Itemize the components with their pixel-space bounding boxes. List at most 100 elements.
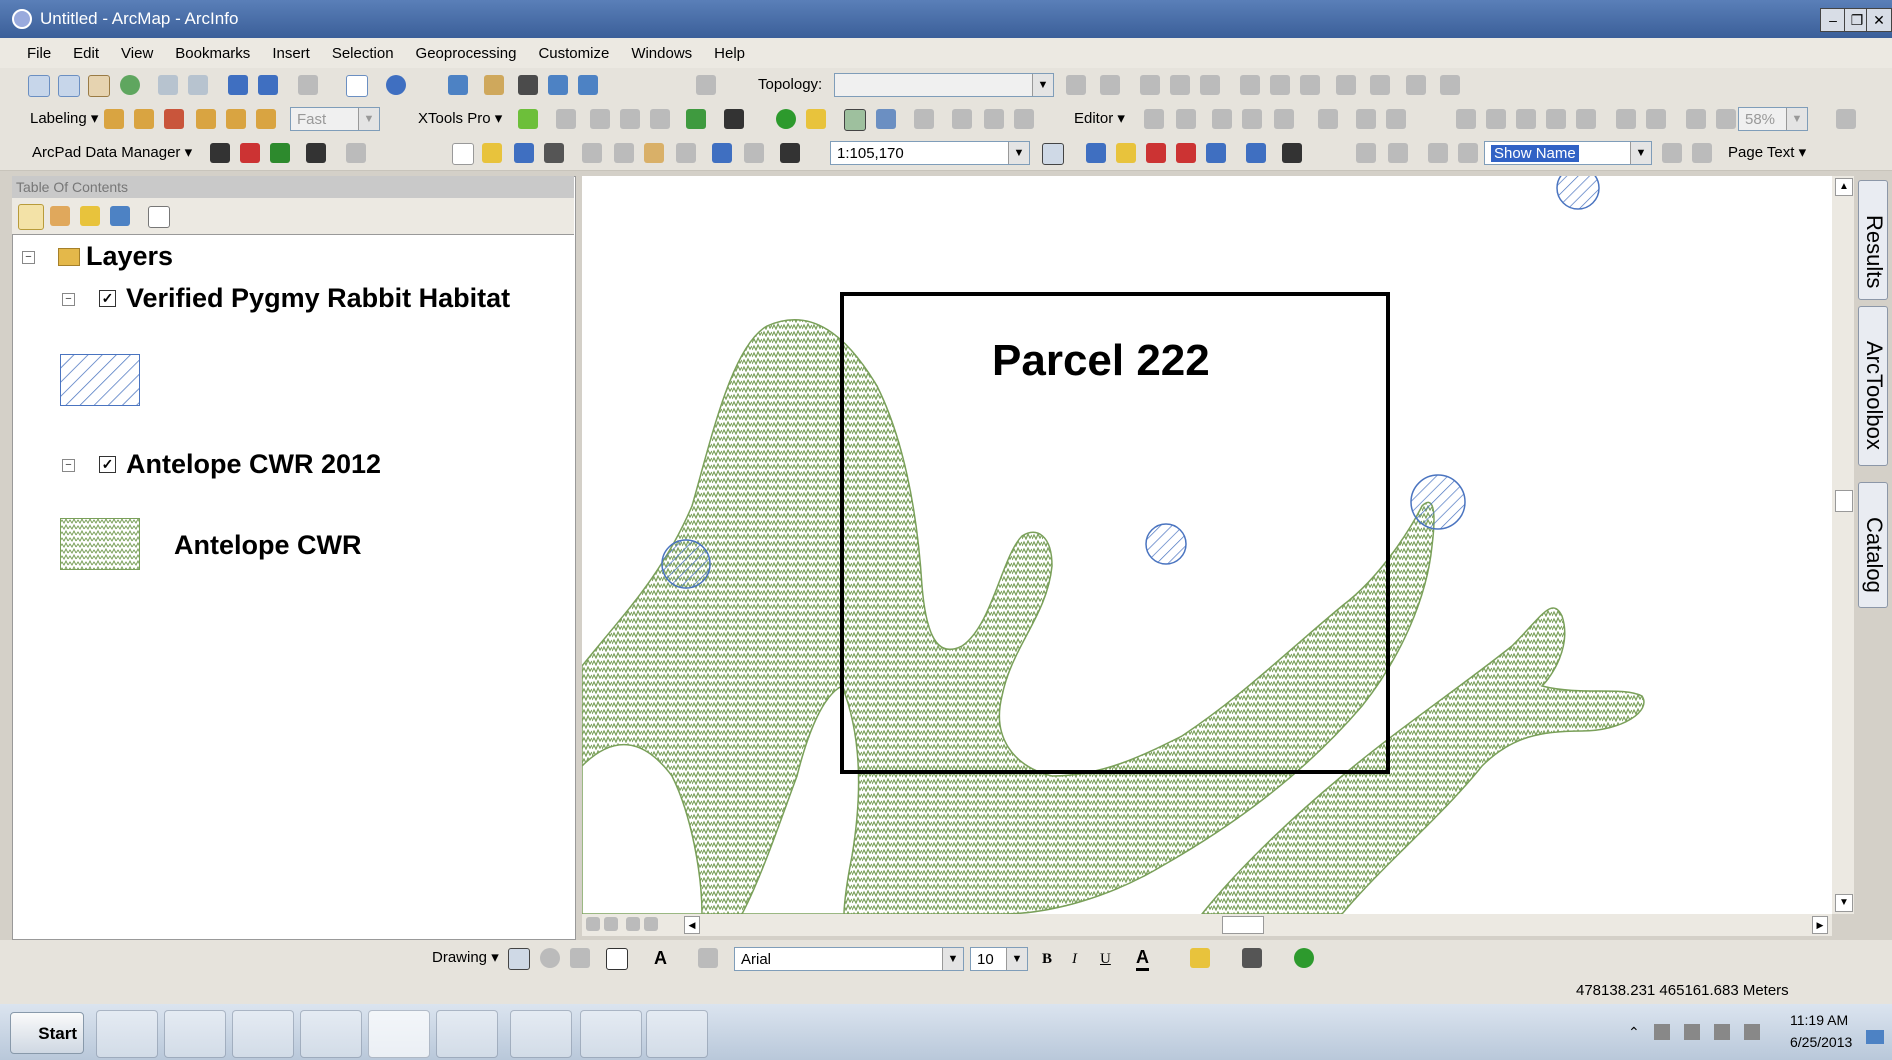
table-icon[interactable] xyxy=(556,109,576,129)
catalog-window-icon[interactable] xyxy=(1116,143,1136,163)
internet-explorer-taskbar-icon[interactable] xyxy=(232,1010,294,1058)
results-tab[interactable]: Results xyxy=(1858,180,1888,300)
hyperlink-icon[interactable] xyxy=(806,109,826,129)
chrome-taskbar-icon[interactable] xyxy=(300,1010,362,1058)
map-topology-icon[interactable] xyxy=(1100,75,1120,95)
horizontal-scroll-thumb[interactable] xyxy=(1222,916,1264,934)
refresh-view-icon[interactable] xyxy=(626,917,640,931)
layer2-collapse-toggle[interactable]: − xyxy=(62,459,75,472)
arcmap-taskbar-icon[interactable] xyxy=(368,1010,430,1058)
find-route-icon[interactable] xyxy=(548,75,568,95)
layer1-checkbox[interactable]: ✓ xyxy=(99,290,116,307)
rectangle-tool-icon[interactable] xyxy=(606,948,628,970)
shape-icon[interactable] xyxy=(650,109,670,129)
toc-options-icon[interactable] xyxy=(148,206,170,228)
scroll-up-arrow[interactable]: ▲ xyxy=(1835,178,1853,196)
pause-drawing-icon[interactable] xyxy=(644,917,658,931)
rotate-icon[interactable] xyxy=(540,948,560,968)
line-color-icon[interactable] xyxy=(1242,948,1262,968)
zoom-out-icon[interactable] xyxy=(58,75,80,97)
network-icon[interactable] xyxy=(1714,1024,1730,1040)
scroll-down-arrow[interactable]: ▼ xyxy=(1835,894,1853,912)
layout-icon[interactable] xyxy=(952,109,972,129)
show-desktop-icon[interactable] xyxy=(1866,1030,1884,1044)
layers-collapse-toggle[interactable]: − xyxy=(22,251,35,264)
layer2-name[interactable]: Antelope CWR 2012 xyxy=(126,449,381,480)
pause-labeling-icon[interactable] xyxy=(196,109,216,129)
menu-windows[interactable]: Windows xyxy=(620,45,703,62)
delete-icon[interactable] xyxy=(676,143,696,163)
error-inspector-icon[interactable] xyxy=(1406,75,1426,95)
pan-icon[interactable] xyxy=(88,75,110,97)
layer1-collapse-toggle[interactable]: − xyxy=(62,293,75,306)
topology-tool-icon[interactable] xyxy=(1066,75,1086,95)
control-panel-taskbar-icon[interactable] xyxy=(580,1010,642,1058)
list-by-selection-icon[interactable] xyxy=(110,206,130,226)
menu-geoprocessing[interactable]: Geoprocessing xyxy=(405,45,528,62)
straight-segment-icon[interactable] xyxy=(1212,109,1232,129)
menu-insert[interactable]: Insert xyxy=(261,45,321,62)
show-hidden-icons-icon[interactable]: ⌃ xyxy=(1628,1024,1640,1041)
select-features-icon[interactable] xyxy=(298,75,318,95)
layout-zoom-out-icon[interactable] xyxy=(1486,109,1506,129)
scroll-right-arrow[interactable]: ▶ xyxy=(1812,916,1828,934)
undo-icon[interactable] xyxy=(712,143,732,163)
arctoolbox-window-icon[interactable] xyxy=(1176,143,1196,163)
paste-icon[interactable] xyxy=(644,143,664,163)
font-size-select[interactable]: 10 ▼ xyxy=(970,947,1028,971)
reshape-edge-icon[interactable] xyxy=(1170,75,1190,95)
toggle-draft-mode-icon[interactable] xyxy=(1836,109,1856,129)
explorer-taskbar-icon[interactable] xyxy=(96,1010,158,1058)
edit-vertices-icon[interactable] xyxy=(1356,109,1376,129)
power-icon[interactable] xyxy=(1684,1024,1700,1040)
action-center-icon[interactable] xyxy=(1654,1024,1670,1040)
check-in-icon[interactable] xyxy=(240,143,260,163)
drawing-menu[interactable]: Drawing ▾ xyxy=(432,947,499,969)
menu-help[interactable]: Help xyxy=(703,45,756,62)
font-select[interactable]: Arial ▼ xyxy=(734,947,964,971)
point-icon[interactable] xyxy=(1318,109,1338,129)
clock-time[interactable]: 11:19 AM xyxy=(1790,1012,1848,1028)
page-text-menu[interactable]: Page Text ▾ xyxy=(1728,142,1806,164)
menu-selection[interactable]: Selection xyxy=(321,45,405,62)
volume-icon[interactable] xyxy=(1744,1024,1760,1040)
scroll-left-arrow[interactable]: ◀ xyxy=(684,916,700,934)
validate-topology-icon[interactable] xyxy=(1336,75,1356,95)
zoom-percent-select[interactable]: 58% ▼ xyxy=(1738,107,1808,131)
add-data-icon[interactable] xyxy=(518,109,538,129)
plus-icon[interactable] xyxy=(686,109,706,129)
check-out-icon[interactable] xyxy=(270,143,290,163)
get-data-icon[interactable] xyxy=(210,143,230,163)
snapshot-icon[interactable] xyxy=(984,109,1004,129)
select-elements-arrow-icon[interactable] xyxy=(508,948,530,970)
media-player-taskbar-icon[interactable] xyxy=(164,1010,226,1058)
underline-button[interactable]: U xyxy=(1100,948,1111,970)
measure-icon[interactable] xyxy=(484,75,504,95)
remote-desktop-taskbar-icon[interactable] xyxy=(646,1010,708,1058)
label-weight-icon[interactable] xyxy=(134,109,154,129)
label-manager-icon[interactable] xyxy=(104,109,124,129)
select-elements-icon[interactable] xyxy=(346,75,368,97)
refresh-icon[interactable] xyxy=(1014,109,1034,129)
redo-icon[interactable] xyxy=(744,143,764,163)
next-page-icon[interactable] xyxy=(1662,143,1682,163)
full-extent-icon[interactable] xyxy=(120,75,140,95)
label-priority-icon[interactable] xyxy=(256,109,276,129)
fix-topology-error-icon[interactable] xyxy=(1370,75,1390,95)
excel-taskbar-icon[interactable] xyxy=(436,1010,498,1058)
construct-features-icon[interactable] xyxy=(1300,75,1320,95)
viewer-window-icon[interactable] xyxy=(696,75,716,95)
arcpad-menu[interactable]: ArcPad Data Manager ▾ xyxy=(32,142,192,164)
grid-icon[interactable] xyxy=(914,109,934,129)
trace-icon[interactable] xyxy=(1274,109,1294,129)
toggle-select-icon[interactable] xyxy=(844,109,866,131)
lock-labels-icon[interactable] xyxy=(164,109,184,129)
align-edge-icon[interactable] xyxy=(1240,75,1260,95)
minimize-button[interactable]: – xyxy=(1820,8,1846,32)
editor-toolbar-icon[interactable] xyxy=(1042,143,1064,165)
list-by-visibility-icon[interactable] xyxy=(80,206,100,226)
layout-view-icon[interactable] xyxy=(604,917,618,931)
zoom-in-icon[interactable] xyxy=(28,75,50,97)
view-unplaced-labels-icon[interactable] xyxy=(226,109,246,129)
edit-tool-icon[interactable] xyxy=(1144,109,1164,129)
